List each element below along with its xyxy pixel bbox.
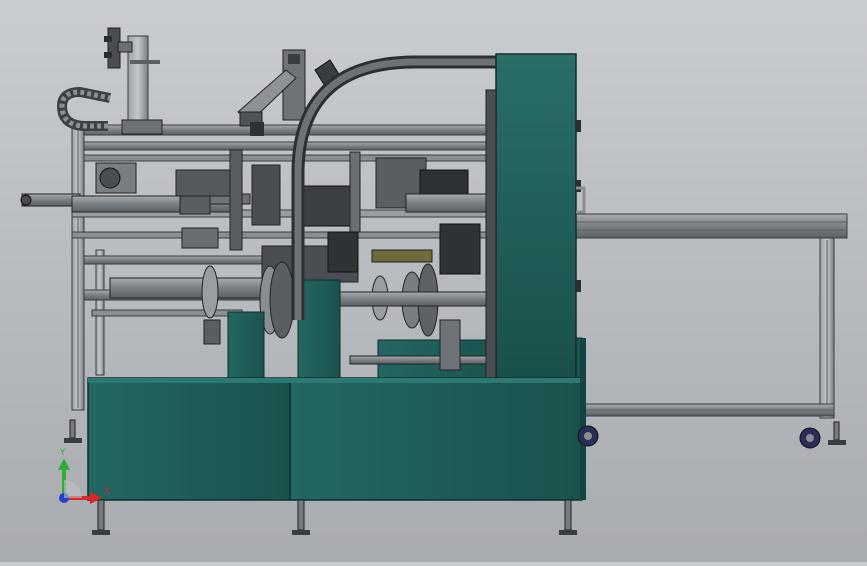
- axis-y-label: Y: [59, 448, 66, 458]
- left-mast: [104, 27, 163, 135]
- caster-wheels: [577, 425, 821, 449]
- axis-x-label: X: [104, 487, 110, 497]
- machine-drawing: X Y: [20, 27, 848, 535]
- cad-viewport[interactable]: X Y: [0, 0, 867, 562]
- control-cabinet: [485, 53, 586, 381]
- outfeed-conveyor: [574, 213, 848, 419]
- cable-chain: [56, 86, 111, 131]
